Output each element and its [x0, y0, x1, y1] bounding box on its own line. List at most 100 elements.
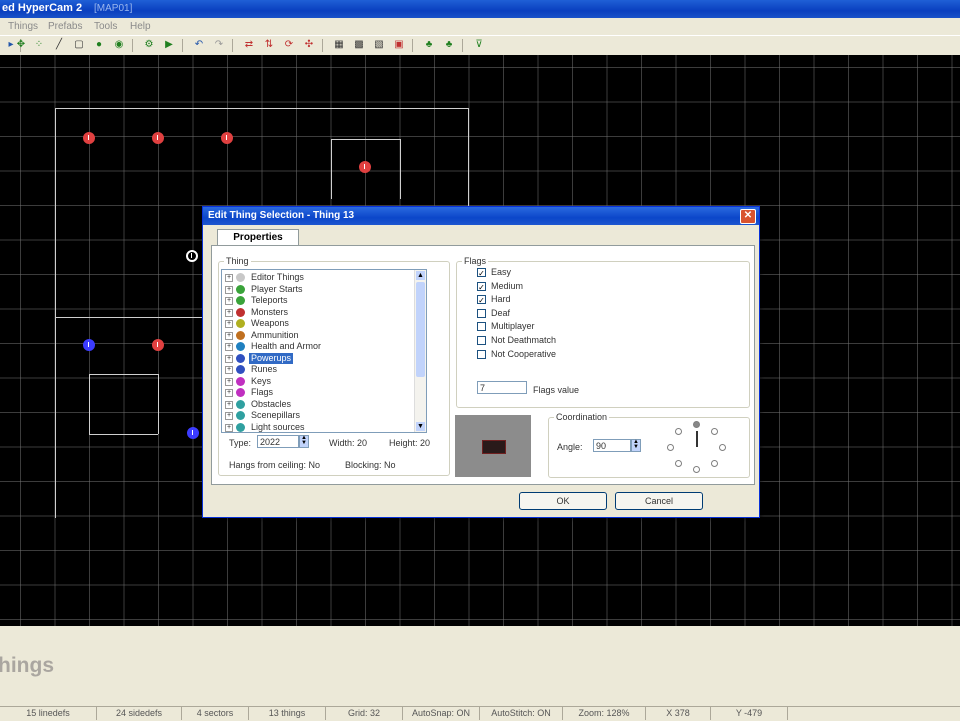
- redo-icon[interactable]: ↷: [212, 38, 226, 52]
- build-icon[interactable]: ⚙: [142, 38, 156, 52]
- tree-item[interactable]: + Runes: [222, 364, 412, 375]
- prefab-insert-icon[interactable]: ♣: [422, 38, 436, 52]
- flag-checkbox[interactable]: ✓: [477, 295, 486, 305]
- flag-checkbox[interactable]: [477, 349, 486, 359]
- angle-135-button[interactable]: [675, 428, 682, 435]
- linedef[interactable]: [331, 139, 400, 140]
- thing-monster[interactable]: [83, 132, 95, 144]
- tree-item[interactable]: + Keys: [222, 376, 412, 387]
- tree-item[interactable]: + Editor Things: [222, 272, 412, 283]
- tree-scrollbar[interactable]: ▲ ▼: [414, 270, 426, 432]
- linedef[interactable]: [55, 317, 205, 318]
- expand-icon[interactable]: +: [225, 354, 233, 363]
- type-spinner[interactable]: ▲ ▼: [299, 435, 309, 448]
- expand-icon[interactable]: +: [225, 308, 233, 317]
- menu-things[interactable]: Things: [8, 21, 38, 32]
- linedef[interactable]: [400, 139, 401, 199]
- line-icon[interactable]: ╱: [52, 38, 66, 52]
- expand-icon[interactable]: +: [225, 377, 233, 386]
- expand-icon[interactable]: +: [225, 412, 233, 420]
- thing-monster[interactable]: [152, 132, 164, 144]
- expand-icon[interactable]: +: [225, 400, 233, 409]
- scroll-up-icon[interactable]: ▲: [416, 271, 425, 280]
- linedef[interactable]: [89, 434, 158, 435]
- tree-item[interactable]: + Scenepillars: [222, 410, 412, 421]
- flag-checkbox[interactable]: ✓: [477, 281, 486, 292]
- test-map-icon[interactable]: ▶: [162, 38, 176, 52]
- expand-icon[interactable]: +: [225, 389, 233, 397]
- grid-icon[interactable]: ▦: [332, 38, 346, 52]
- linedef[interactable]: [158, 374, 159, 434]
- tree-item[interactable]: + Light sources: [222, 422, 412, 433]
- thing-monster[interactable]: [152, 339, 164, 351]
- thing-powerup[interactable]: [83, 339, 95, 351]
- thing-monster[interactable]: [359, 161, 371, 173]
- expand-icon[interactable]: +: [225, 423, 233, 432]
- tree-item[interactable]: + Weapons: [222, 318, 412, 329]
- scroll-down-icon[interactable]: ▼: [416, 422, 425, 431]
- angle-225-button[interactable]: [675, 460, 682, 467]
- expand-icon[interactable]: +: [225, 366, 233, 374]
- flag-checkbox[interactable]: [477, 308, 486, 318]
- menu-prefabs[interactable]: Prefabs: [48, 21, 82, 32]
- linedef[interactable]: [55, 108, 56, 518]
- flip-horizontal-icon[interactable]: ⇄: [242, 38, 256, 52]
- thing-powerup-selected[interactable]: [187, 427, 199, 439]
- linedef[interactable]: [89, 374, 90, 434]
- tree-item[interactable]: + Obstacles: [222, 399, 412, 410]
- tree-item[interactable]: + Player Starts: [222, 284, 412, 295]
- linedef[interactable]: [331, 139, 332, 199]
- angle-45-button[interactable]: [711, 428, 718, 435]
- thing-monster[interactable]: [221, 132, 233, 144]
- snap-icon[interactable]: ▩: [352, 38, 366, 52]
- move-icon[interactable]: ✥: [14, 38, 28, 52]
- expand-icon[interactable]: +: [225, 274, 233, 282]
- prefab-last-icon[interactable]: ♣: [442, 38, 456, 52]
- filter-icon[interactable]: ⊽: [472, 38, 486, 52]
- menu-help[interactable]: Help: [130, 21, 151, 32]
- view-3d-icon[interactable]: ◉: [112, 38, 126, 52]
- sector-icon[interactable]: ▢: [72, 38, 86, 52]
- rotate-icon[interactable]: ⟳: [282, 38, 296, 52]
- angle-315-button[interactable]: [711, 460, 718, 467]
- angle-180-button[interactable]: [667, 444, 674, 451]
- angle-270-button[interactable]: [693, 466, 700, 473]
- thing-player-start[interactable]: [186, 250, 198, 262]
- ok-button[interactable]: OK: [519, 492, 607, 510]
- expand-icon[interactable]: +: [225, 297, 233, 305]
- undo-icon[interactable]: ↶: [192, 38, 206, 52]
- flag-checkbox[interactable]: ✓: [477, 268, 486, 278]
- linedef[interactable]: [89, 374, 158, 375]
- angle-0-button[interactable]: [719, 444, 726, 451]
- linedef[interactable]: [468, 108, 469, 208]
- expand-icon[interactable]: +: [225, 285, 233, 294]
- cancel-button[interactable]: Cancel: [615, 492, 703, 510]
- expand-icon[interactable]: +: [225, 343, 233, 351]
- flip-vertical-icon[interactable]: ⇅: [262, 38, 276, 52]
- expand-icon[interactable]: +: [225, 331, 233, 340]
- tab-properties[interactable]: Properties: [217, 229, 299, 246]
- tree-item[interactable]: + Monsters: [222, 307, 412, 318]
- angle-input[interactable]: 90: [593, 439, 631, 452]
- type-input[interactable]: 2022: [257, 435, 299, 448]
- expand-icon[interactable]: +: [225, 320, 233, 328]
- scale-icon[interactable]: ✣: [302, 38, 316, 52]
- scroll-thumb[interactable]: [416, 282, 425, 377]
- tree-item[interactable]: + Teleports: [222, 295, 412, 306]
- angle-90-button[interactable]: [693, 421, 700, 428]
- stitch-icon[interactable]: ▣: [392, 38, 406, 52]
- linedef[interactable]: [55, 108, 468, 109]
- tree-item[interactable]: + Ammunition: [222, 330, 412, 341]
- flag-checkbox[interactable]: [477, 322, 486, 332]
- flags-value-input[interactable]: 7: [477, 381, 527, 394]
- tree-item[interactable]: + Flags: [222, 387, 412, 398]
- menu-tools[interactable]: Tools: [94, 21, 117, 32]
- close-icon[interactable]: ✕: [740, 209, 756, 224]
- tree-item[interactable]: + Powerups: [222, 352, 412, 364]
- vertex-icon[interactable]: ⁘: [32, 38, 46, 52]
- angle-spinner[interactable]: ▲ ▼: [631, 439, 641, 452]
- thing-type-tree[interactable]: + Editor Things + Player Starts + Teleports + M…: [221, 269, 427, 433]
- merge-icon[interactable]: ▧: [372, 38, 386, 52]
- flag-checkbox[interactable]: [477, 336, 486, 345]
- tree-item[interactable]: + Health and Armor: [222, 341, 412, 352]
